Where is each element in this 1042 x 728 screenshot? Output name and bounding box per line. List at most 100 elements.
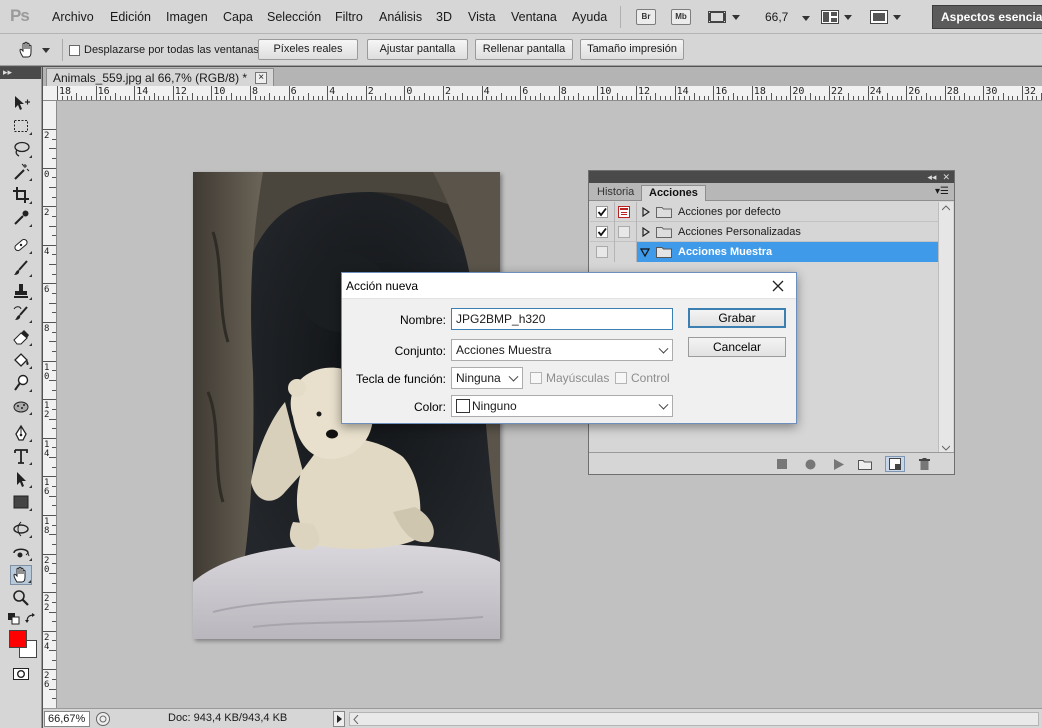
collapse-panel-icon[interactable]: ◂◂ (927, 172, 936, 183)
scroll-left-icon[interactable] (353, 715, 359, 724)
action-set-select[interactable]: Acciones Muestra (451, 339, 673, 361)
new-action-button[interactable] (885, 456, 905, 472)
fit-screen-button[interactable]: Ajustar pantalla (367, 39, 468, 60)
scroll-down-icon[interactable] (942, 445, 950, 451)
tool-preset-picker[interactable] (18, 40, 54, 60)
path-selection-tool[interactable] (10, 469, 32, 489)
action-name-input[interactable]: JPG2BMP_h320 (451, 308, 673, 330)
document-tab[interactable]: Animals_559.jpg al 66,7% (RGB/8) * × (46, 68, 275, 86)
extras-dropdown[interactable] (707, 9, 740, 25)
menu-ventana[interactable]: Ventana (511, 10, 557, 24)
brush-tool[interactable] (10, 258, 32, 278)
actions-scrollbar[interactable] (938, 202, 953, 454)
collapse-triangle-icon[interactable] (640, 248, 650, 258)
action-set-row[interactable]: Acciones Personalizadas (590, 222, 938, 242)
stop-button[interactable] (775, 458, 789, 470)
3d-orbit-tool[interactable] (10, 542, 32, 562)
record-button[interactable] (803, 458, 817, 470)
menu-analisis[interactable]: Análisis (379, 10, 422, 24)
dodge-tool[interactable] (10, 373, 32, 393)
close-icon[interactable]: ✕ (942, 172, 950, 183)
quick-mask-button[interactable] (10, 664, 32, 684)
swap-colors-icon[interactable] (25, 613, 37, 625)
checkbox-box[interactable] (615, 372, 627, 384)
3d-rotate-tool[interactable] (10, 519, 32, 539)
zoom-percentage-field[interactable]: 66,67% (44, 711, 90, 727)
crop-tool[interactable] (10, 185, 32, 205)
marquee-tool[interactable] (10, 116, 32, 136)
clone-stamp-tool[interactable] (10, 281, 32, 301)
vertical-ruler[interactable]: 2 0 2 4 6 8 1 0 1 2 1 4 1 6 1 8 2 0 2 2 2 4 2 6 (43, 101, 57, 708)
eraser-tool[interactable] (10, 327, 32, 347)
paint-bucket-tool[interactable] (10, 350, 32, 370)
print-size-button[interactable]: Tamaño impresión (580, 39, 684, 60)
status-info-icon[interactable] (95, 711, 111, 727)
minibridge-button[interactable]: Mb (671, 9, 691, 25)
checkmark-icon[interactable] (596, 226, 608, 238)
tab-acciones[interactable]: Acciones (641, 185, 706, 201)
record-action-button[interactable]: Grabar (688, 308, 786, 328)
status-menu-button[interactable] (333, 711, 345, 727)
screen-mode-dropdown[interactable] (870, 9, 901, 25)
tab-historia[interactable]: Historia (590, 185, 641, 201)
move-tool[interactable] (10, 93, 32, 113)
menu-capa[interactable]: Capa (223, 10, 253, 24)
cancel-button[interactable]: Cancelar (688, 337, 786, 357)
workspace-switcher[interactable]: Aspectos esenciales (932, 5, 1042, 29)
arrange-documents-dropdown[interactable] (821, 9, 852, 25)
play-button[interactable] (832, 458, 846, 470)
menu-3d[interactable]: 3D (436, 10, 452, 24)
action-set-row[interactable]: Acciones por defecto (590, 202, 938, 222)
menu-archivo[interactable]: Archivo (52, 10, 94, 24)
color-select[interactable]: Ninguno (451, 395, 673, 417)
hand-tool[interactable] (10, 565, 32, 585)
type-tool[interactable] (10, 446, 32, 466)
fill-screen-button[interactable]: Rellenar pantalla (475, 39, 573, 60)
close-icon[interactable] (768, 276, 788, 296)
sponge-tool[interactable] (10, 396, 32, 416)
healing-brush-tool[interactable] (10, 235, 32, 255)
zoom-tool[interactable] (10, 588, 32, 608)
panel-menu-icon[interactable]: ▾☰ (935, 186, 949, 197)
dialog-toggle-icon[interactable] (618, 206, 630, 218)
panel-header[interactable]: ◂◂ ✕ (589, 171, 954, 183)
function-key-select[interactable]: Ninguna (451, 367, 523, 389)
tools-panel-header[interactable]: ▸▸ (0, 67, 41, 79)
control-checkbox[interactable]: Control (615, 371, 670, 385)
delete-button[interactable] (917, 458, 931, 470)
dialog-titlebar[interactable]: Acción nueva (342, 273, 796, 299)
eyedropper-tool[interactable] (10, 208, 32, 228)
close-icon[interactable]: × (255, 72, 268, 84)
default-colors-icon[interactable] (8, 613, 20, 625)
zoom-level-field[interactable]: 66,7 (765, 10, 810, 24)
lasso-tool[interactable] (10, 139, 32, 159)
ruler-label: 32 (1024, 86, 1037, 97)
checkmark-icon[interactable] (596, 206, 608, 218)
menu-vista[interactable]: Vista (468, 10, 496, 24)
horizontal-ruler[interactable]: 18 16 14 12 10 8 6 4 2 0 2 4 6 8 10 12 14 16 18 20 22 24 26 28 3… (43, 86, 1042, 101)
menu-seleccion[interactable]: Selección (267, 10, 321, 24)
checkbox-box[interactable] (530, 372, 542, 384)
checkbox-empty-icon[interactable] (596, 246, 608, 258)
dialog-toggle-icon[interactable] (618, 226, 630, 238)
pen-tool[interactable] (10, 423, 32, 443)
menu-imagen[interactable]: Imagen (166, 10, 208, 24)
new-set-button[interactable] (858, 458, 872, 470)
actual-pixels-button[interactable]: Píxeles reales (258, 39, 358, 60)
expand-triangle-icon[interactable] (642, 207, 650, 217)
horizontal-scrollbar[interactable] (349, 712, 1039, 726)
scroll-up-icon[interactable] (942, 205, 950, 211)
shape-tool[interactable] (10, 492, 32, 512)
history-brush-tool[interactable] (10, 304, 32, 324)
scroll-all-windows-checkbox[interactable]: Desplazarse por todas las ventanas (69, 44, 259, 56)
checkbox-box[interactable] (69, 44, 80, 56)
menu-ayuda[interactable]: Ayuda (572, 10, 607, 24)
menu-filtro[interactable]: Filtro (335, 10, 363, 24)
bridge-button[interactable]: Br (636, 9, 656, 25)
menu-edicion[interactable]: Edición (110, 10, 151, 24)
quick-selection-tool[interactable] (10, 162, 32, 182)
expand-triangle-icon[interactable] (642, 227, 650, 237)
action-set-row[interactable]: Acciones Muestra (590, 242, 938, 262)
shift-checkbox[interactable]: Mayúsculas (530, 371, 609, 385)
foreground-color-swatch[interactable] (9, 630, 27, 648)
